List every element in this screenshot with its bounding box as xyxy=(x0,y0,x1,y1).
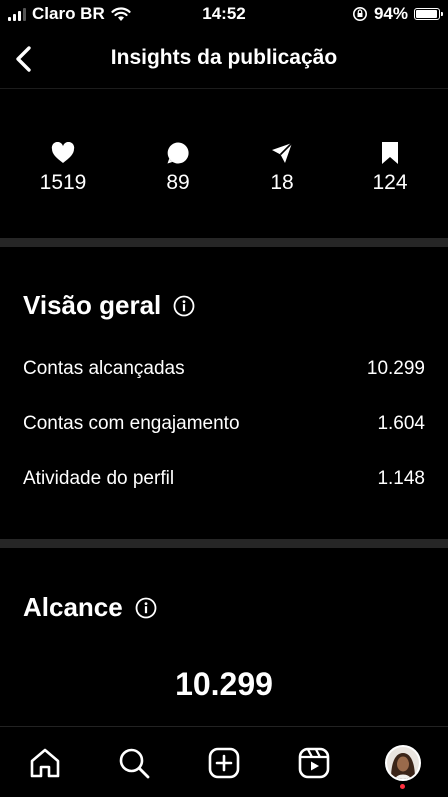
battery-icon xyxy=(414,8,443,20)
heart-icon xyxy=(51,142,75,163)
nav-header: Insights da publicação xyxy=(0,30,448,89)
reach-section-title: Alcance xyxy=(23,592,157,623)
metric-value: 10.299 xyxy=(366,358,425,379)
tab-profile[interactable] xyxy=(383,743,423,783)
send-icon xyxy=(272,142,293,163)
metric-row-profile-activity[interactable]: Atividade do perfil 1.148 xyxy=(23,464,425,494)
metric-value: 1.148 xyxy=(377,468,425,489)
tab-reels[interactable] xyxy=(294,743,334,783)
metric-label: Contas com engajamento xyxy=(23,413,240,434)
reels-icon xyxy=(298,747,330,779)
create-icon xyxy=(208,747,240,779)
section-divider xyxy=(0,539,448,548)
overview-section-title: Visão geral xyxy=(23,290,195,321)
orientation-lock-icon xyxy=(352,7,367,21)
overview-title: Visão geral xyxy=(23,290,162,320)
reach-total: 10.299 xyxy=(175,666,273,702)
saves-stat: 124 xyxy=(345,140,435,195)
bottom-tab-bar xyxy=(0,726,448,797)
status-bar: Claro BR 14:52 94% xyxy=(0,0,448,30)
metric-row-accounts-engaged[interactable]: Contas com engajamento 1.604 xyxy=(23,409,425,439)
comments-stat: 89 xyxy=(133,140,223,195)
profile-avatar xyxy=(385,745,421,781)
home-icon xyxy=(30,748,60,778)
metric-row-accounts-reached[interactable]: Contas alcançadas 10.299 xyxy=(23,354,425,384)
likes-stat: 1519 xyxy=(18,140,108,195)
search-icon xyxy=(119,748,150,779)
likes-count: 1519 xyxy=(39,171,87,194)
page-title: Insights da publicação xyxy=(110,46,338,69)
metric-label: Atividade do perfil xyxy=(23,468,175,489)
bookmark-icon xyxy=(382,142,398,164)
interaction-stats: 1519 89 18 124 xyxy=(0,140,448,200)
metric-label: Contas alcançadas xyxy=(23,358,185,379)
shares-count: 18 xyxy=(270,171,294,194)
comments-count: 89 xyxy=(166,171,190,194)
info-icon[interactable] xyxy=(135,597,157,619)
notification-dot xyxy=(400,784,405,789)
reach-title: Alcance xyxy=(23,592,123,622)
saves-count: 124 xyxy=(372,171,408,194)
metric-value: 1.604 xyxy=(377,413,425,434)
info-icon[interactable] xyxy=(173,295,195,317)
tab-search[interactable] xyxy=(114,743,154,783)
tab-home[interactable] xyxy=(25,743,65,783)
tab-create[interactable] xyxy=(204,743,244,783)
comment-icon xyxy=(167,142,189,164)
shares-stat: 18 xyxy=(237,140,327,195)
section-divider xyxy=(0,238,448,247)
battery-percent: 94% xyxy=(373,4,408,23)
status-right: 94% xyxy=(352,4,443,24)
